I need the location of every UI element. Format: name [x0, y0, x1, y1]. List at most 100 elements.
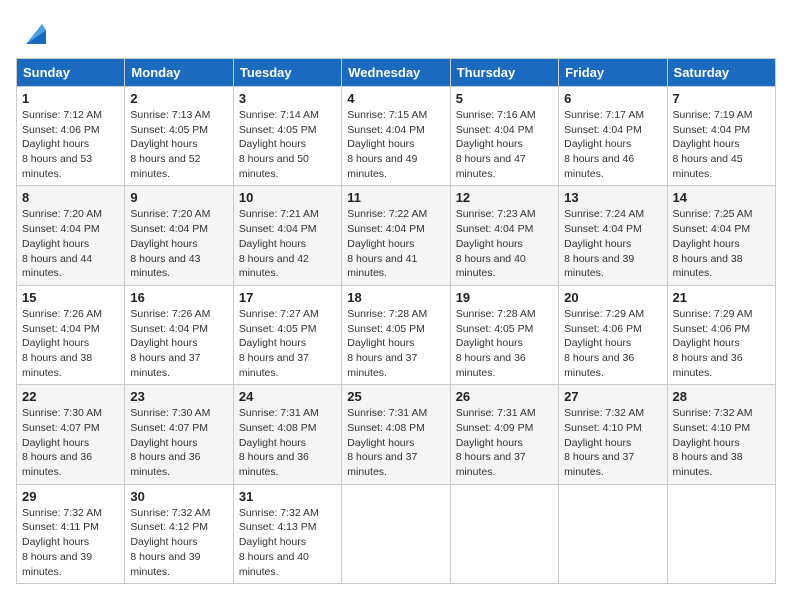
- calendar-cell: 30 Sunrise: 7:32 AMSunset: 4:12 PMDayligh…: [125, 484, 233, 583]
- day-info: Sunrise: 7:25 AMSunset: 4:04 PMDaylight …: [673, 208, 753, 279]
- day-number: 27: [564, 389, 661, 404]
- day-number: 19: [456, 290, 553, 305]
- weekday-header-row: SundayMondayTuesdayWednesdayThursdayFrid…: [17, 59, 776, 87]
- day-info: Sunrise: 7:29 AMSunset: 4:06 PMDaylight …: [673, 308, 753, 379]
- calendar-week-row: 15 Sunrise: 7:26 AMSunset: 4:04 PMDayligh…: [17, 285, 776, 384]
- day-number: 12: [456, 190, 553, 205]
- day-info: Sunrise: 7:31 AMSunset: 4:09 PMDaylight …: [456, 407, 536, 478]
- day-info: Sunrise: 7:28 AMSunset: 4:05 PMDaylight …: [347, 308, 427, 379]
- weekday-header-thursday: Thursday: [450, 59, 558, 87]
- day-number: 16: [130, 290, 227, 305]
- calendar-week-row: 22Sunrise: 7:30 AMSunset: 4:07 PMDayligh…: [17, 385, 776, 484]
- day-number: 25: [347, 389, 444, 404]
- calendar-cell: [342, 484, 450, 583]
- day-info: Sunrise: 7:12 AMSunset: 4:06 PMDaylight …: [22, 109, 102, 180]
- calendar-cell: 2 Sunrise: 7:13 AMSunset: 4:05 PMDaylight…: [125, 87, 233, 186]
- calendar-cell: 23 Sunrise: 7:30 AMSunset: 4:07 PMDayligh…: [125, 385, 233, 484]
- day-number: 8: [22, 190, 119, 205]
- day-number: 29: [22, 489, 119, 504]
- day-number: 23: [130, 389, 227, 404]
- calendar-cell: 13 Sunrise: 7:24 AMSunset: 4:04 PMDayligh…: [559, 186, 667, 285]
- day-info: Sunrise: 7:14 AMSunset: 4:05 PMDaylight …: [239, 109, 319, 180]
- day-info: Sunrise: 7:31 AMSunset: 4:08 PMDaylight …: [347, 407, 427, 478]
- day-info: Sunrise: 7:32 AMSunset: 4:10 PMDaylight …: [673, 407, 753, 478]
- calendar-cell: 22Sunrise: 7:30 AMSunset: 4:07 PMDayligh…: [17, 385, 125, 484]
- calendar-cell: 15 Sunrise: 7:26 AMSunset: 4:04 PMDayligh…: [17, 285, 125, 384]
- day-number: 17: [239, 290, 336, 305]
- calendar-week-row: 8 Sunrise: 7:20 AMSunset: 4:04 PMDaylight…: [17, 186, 776, 285]
- day-info: Sunrise: 7:27 AMSunset: 4:05 PMDaylight …: [239, 308, 319, 379]
- day-number: 6: [564, 91, 661, 106]
- calendar-cell: 28 Sunrise: 7:32 AMSunset: 4:10 PMDayligh…: [667, 385, 775, 484]
- day-number: 20: [564, 290, 661, 305]
- day-info: Sunrise: 7:22 AMSunset: 4:04 PMDaylight …: [347, 208, 427, 279]
- calendar-cell: 8 Sunrise: 7:20 AMSunset: 4:04 PMDaylight…: [17, 186, 125, 285]
- day-number: 5: [456, 91, 553, 106]
- day-number: 4: [347, 91, 444, 106]
- day-number: 3: [239, 91, 336, 106]
- day-number: 2: [130, 91, 227, 106]
- day-info: Sunrise: 7:26 AMSunset: 4:04 PMDaylight …: [22, 308, 102, 379]
- calendar-cell: 24Sunrise: 7:31 AMSunset: 4:08 PMDayligh…: [233, 385, 341, 484]
- day-number: 28: [673, 389, 770, 404]
- day-info: Sunrise: 7:23 AMSunset: 4:04 PMDaylight …: [456, 208, 536, 279]
- day-info: Sunrise: 7:32 AMSunset: 4:12 PMDaylight …: [130, 507, 210, 578]
- day-info: Sunrise: 7:24 AMSunset: 4:04 PMDaylight …: [564, 208, 644, 279]
- calendar-cell: 9 Sunrise: 7:20 AMSunset: 4:04 PMDaylight…: [125, 186, 233, 285]
- weekday-header-friday: Friday: [559, 59, 667, 87]
- calendar-cell: [450, 484, 558, 583]
- calendar-cell: 29 Sunrise: 7:32 AMSunset: 4:11 PMDayligh…: [17, 484, 125, 583]
- weekday-header-monday: Monday: [125, 59, 233, 87]
- weekday-header-tuesday: Tuesday: [233, 59, 341, 87]
- day-info: Sunrise: 7:20 AMSunset: 4:04 PMDaylight …: [22, 208, 102, 279]
- calendar-cell: 18 Sunrise: 7:28 AMSunset: 4:05 PMDayligh…: [342, 285, 450, 384]
- day-number: 7: [673, 91, 770, 106]
- calendar-cell: 26 Sunrise: 7:31 AMSunset: 4:09 PMDayligh…: [450, 385, 558, 484]
- calendar-cell: 12 Sunrise: 7:23 AMSunset: 4:04 PMDayligh…: [450, 186, 558, 285]
- calendar-cell: 19 Sunrise: 7:28 AMSunset: 4:05 PMDayligh…: [450, 285, 558, 384]
- day-info: Sunrise: 7:29 AMSunset: 4:06 PMDaylight …: [564, 308, 644, 379]
- calendar-cell: 21Sunrise: 7:29 AMSunset: 4:06 PMDayligh…: [667, 285, 775, 384]
- calendar-week-row: 29 Sunrise: 7:32 AMSunset: 4:11 PMDayligh…: [17, 484, 776, 583]
- day-info: Sunrise: 7:16 AMSunset: 4:04 PMDaylight …: [456, 109, 536, 180]
- calendar-cell: 20 Sunrise: 7:29 AMSunset: 4:06 PMDayligh…: [559, 285, 667, 384]
- day-info: Sunrise: 7:15 AMSunset: 4:04 PMDaylight …: [347, 109, 427, 180]
- day-number: 9: [130, 190, 227, 205]
- day-number: 26: [456, 389, 553, 404]
- day-number: 15: [22, 290, 119, 305]
- page-header: [16, 16, 776, 48]
- calendar-cell: 16 Sunrise: 7:26 AMSunset: 4:04 PMDayligh…: [125, 285, 233, 384]
- calendar-cell: [667, 484, 775, 583]
- calendar-table: SundayMondayTuesdayWednesdayThursdayFrid…: [16, 58, 776, 584]
- calendar-cell: 11 Sunrise: 7:22 AMSunset: 4:04 PMDayligh…: [342, 186, 450, 285]
- day-number: 30: [130, 489, 227, 504]
- day-info: Sunrise: 7:13 AMSunset: 4:05 PMDaylight …: [130, 109, 210, 180]
- day-info: Sunrise: 7:30 AMSunset: 4:07 PMDaylight …: [130, 407, 210, 478]
- calendar-cell: 17 Sunrise: 7:27 AMSunset: 4:05 PMDayligh…: [233, 285, 341, 384]
- day-info: Sunrise: 7:19 AMSunset: 4:04 PMDaylight …: [673, 109, 753, 180]
- calendar-cell: 25 Sunrise: 7:31 AMSunset: 4:08 PMDayligh…: [342, 385, 450, 484]
- day-number: 18: [347, 290, 444, 305]
- day-info: Sunrise: 7:30 AMSunset: 4:07 PMDaylight …: [22, 407, 102, 478]
- day-info: Sunrise: 7:21 AMSunset: 4:04 PMDaylight …: [239, 208, 319, 279]
- calendar-cell: 6Sunrise: 7:17 AMSunset: 4:04 PMDaylight…: [559, 87, 667, 186]
- calendar-cell: [559, 484, 667, 583]
- calendar-cell: 27Sunrise: 7:32 AMSunset: 4:10 PMDayligh…: [559, 385, 667, 484]
- calendar-cell: 10Sunrise: 7:21 AMSunset: 4:04 PMDayligh…: [233, 186, 341, 285]
- weekday-header-saturday: Saturday: [667, 59, 775, 87]
- day-info: Sunrise: 7:28 AMSunset: 4:05 PMDaylight …: [456, 308, 536, 379]
- day-number: 24: [239, 389, 336, 404]
- logo-icon: [18, 16, 50, 48]
- calendar-cell: 1Sunrise: 7:12 AMSunset: 4:06 PMDaylight…: [17, 87, 125, 186]
- calendar-cell: 4 Sunrise: 7:15 AMSunset: 4:04 PMDaylight…: [342, 87, 450, 186]
- day-number: 11: [347, 190, 444, 205]
- weekday-header-sunday: Sunday: [17, 59, 125, 87]
- logo: [16, 16, 50, 48]
- calendar-cell: 5 Sunrise: 7:16 AMSunset: 4:04 PMDaylight…: [450, 87, 558, 186]
- day-info: Sunrise: 7:26 AMSunset: 4:04 PMDaylight …: [130, 308, 210, 379]
- day-number: 31: [239, 489, 336, 504]
- day-info: Sunrise: 7:32 AMSunset: 4:11 PMDaylight …: [22, 507, 102, 578]
- day-info: Sunrise: 7:20 AMSunset: 4:04 PMDaylight …: [130, 208, 210, 279]
- calendar-week-row: 1Sunrise: 7:12 AMSunset: 4:06 PMDaylight…: [17, 87, 776, 186]
- day-number: 13: [564, 190, 661, 205]
